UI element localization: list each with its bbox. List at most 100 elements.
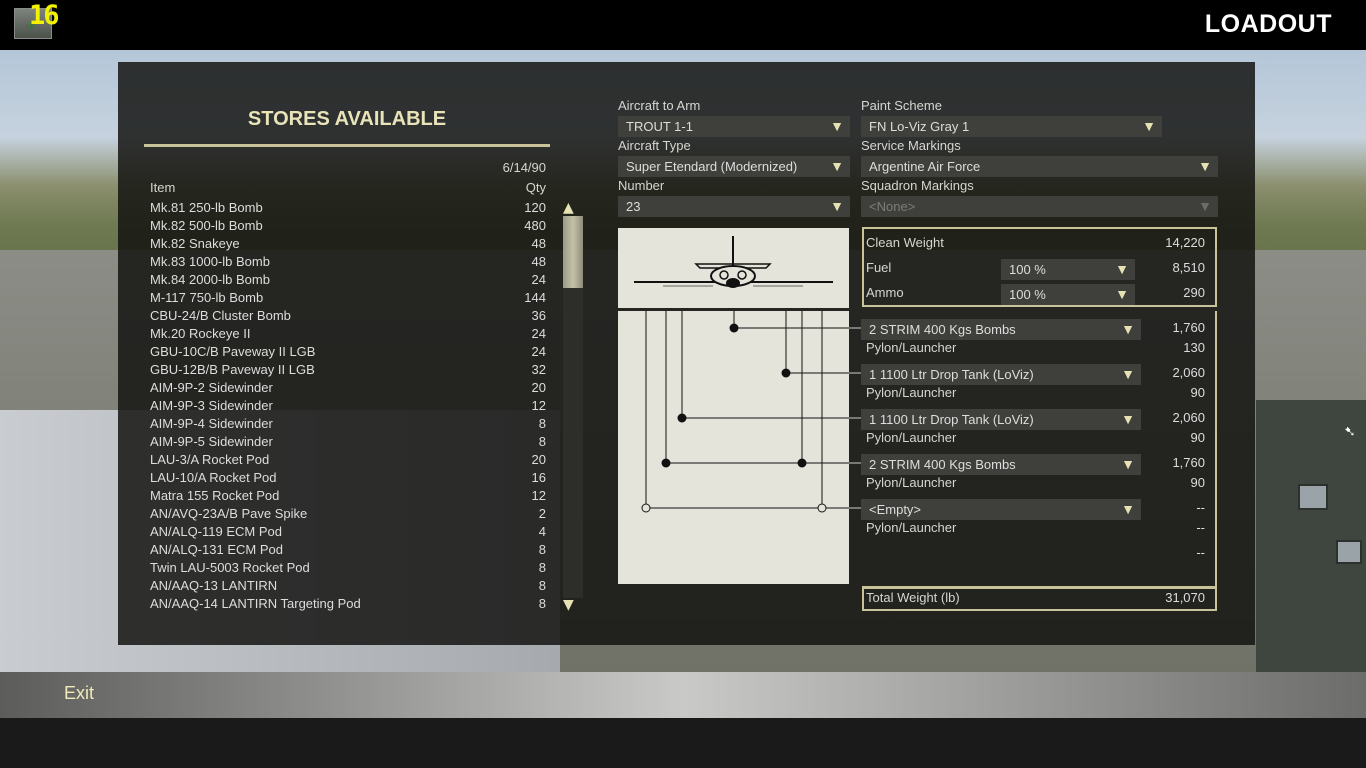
- store-row[interactable]: Mk.81 250-lb Bomb 120: [150, 200, 546, 218]
- station-1-store-dropdown[interactable]: 2 STRIM 400 Kgs Bombs ▼: [861, 319, 1141, 340]
- store-row[interactable]: AIM-9P-5 Sidewinder 8: [150, 434, 546, 452]
- store-name: Mk.84 2000-lb Bomb: [150, 272, 270, 287]
- store-qty: 8: [538, 434, 546, 449]
- station-2-store-dropdown[interactable]: 1 1100 Ltr Drop Tank (LoViz) ▼: [861, 364, 1141, 385]
- aircraft-type-dropdown[interactable]: Super Etendard (Modernized) ▼: [618, 156, 850, 177]
- aircraft-to-arm-dropdown[interactable]: TROUT 1-1 ▼: [618, 116, 850, 137]
- stores-available-title: STORES AVAILABLE: [247, 108, 447, 130]
- store-row[interactable]: Mk.84 2000-lb Bomb 24: [150, 272, 546, 290]
- station-1-pylon-label: Pylon/Launcher: [866, 340, 957, 355]
- mouse-cursor-icon: ➷: [1344, 424, 1356, 440]
- station-5-store-dropdown[interactable]: <Empty> ▼: [861, 499, 1141, 520]
- store-row[interactable]: Twin LAU-5003 Rocket Pod 8: [150, 560, 546, 578]
- station-4-store-dropdown[interactable]: 2 STRIM 400 Kgs Bombs ▼: [861, 454, 1141, 475]
- store-row[interactable]: GBU-10C/B Paveway II LGB 24: [150, 344, 546, 362]
- store-row[interactable]: LAU-3/A Rocket Pod 20: [150, 452, 546, 470]
- dropdown-value: <Empty>: [869, 502, 922, 517]
- paint-scheme-label: Paint Scheme: [861, 98, 942, 113]
- scroll-down-arrow-icon[interactable]: ▼: [563, 598, 574, 612]
- dropdown-value: 100 %: [1009, 287, 1046, 302]
- store-qty: 8: [538, 596, 546, 611]
- store-name: AIM-9P-4 Sidewinder: [150, 416, 273, 431]
- station-5-store-weight: --: [1196, 500, 1205, 515]
- pylon-connector-lines: [641, 311, 862, 513]
- dropdown-value: 1 1100 Ltr Drop Tank (LoViz): [869, 412, 1034, 427]
- store-row[interactable]: AN/ALQ-131 ECM Pod 8: [150, 542, 546, 560]
- store-name: Mk.20 Rockeye II: [150, 326, 251, 341]
- paint-scheme-dropdown[interactable]: FN Lo-Viz Gray 1 ▼: [861, 116, 1162, 137]
- store-qty: 120: [524, 200, 546, 215]
- dropdown-arrow-icon: ▼: [1142, 118, 1156, 134]
- store-row[interactable]: AN/ALQ-119 ECM Pod 4: [150, 524, 546, 542]
- store-name: AIM-9P-5 Sidewinder: [150, 434, 273, 449]
- number-dropdown[interactable]: 23 ▼: [618, 196, 850, 217]
- store-row[interactable]: CBU-24/B Cluster Bomb 36: [150, 308, 546, 326]
- store-name: AIM-9P-3 Sidewinder: [150, 398, 273, 413]
- squadron-markings-dropdown[interactable]: <None> ▼: [861, 196, 1218, 217]
- dropdown-value: Super Etendard (Modernized): [626, 159, 798, 174]
- service-markings-label: Service Markings: [861, 138, 961, 153]
- screen-title: LOADOUT: [1204, 10, 1332, 38]
- store-qty: 8: [538, 578, 546, 593]
- store-row[interactable]: M-117 750-lb Bomb 144: [150, 290, 546, 308]
- aircraft-front-view: [618, 228, 849, 308]
- store-row[interactable]: AIM-9P-4 Sidewinder 8: [150, 416, 546, 434]
- store-qty: 48: [531, 236, 546, 251]
- store-row[interactable]: AN/AAQ-13 LANTIRN 8: [150, 578, 546, 596]
- dropdown-value: TROUT 1-1: [626, 119, 693, 134]
- store-name: GBU-10C/B Paveway II LGB: [150, 344, 316, 359]
- clean-weight-label: Clean Weight: [866, 235, 944, 250]
- number-label: Number: [618, 178, 665, 193]
- store-name: Mk.83 1000-lb Bomb: [150, 254, 270, 269]
- store-qty: 16: [531, 470, 546, 485]
- ammo-weight-value: 290: [1183, 285, 1205, 300]
- store-name: Twin LAU-5003 Rocket Pod: [150, 560, 310, 575]
- scrollbar-thumb[interactable]: [563, 216, 583, 288]
- station-3-store-dropdown[interactable]: 1 1100 Ltr Drop Tank (LoViz) ▼: [861, 409, 1141, 430]
- store-row[interactable]: GBU-12B/B Paveway II LGB 32: [150, 362, 546, 380]
- store-name: Matra 155 Rocket Pod: [150, 488, 280, 503]
- station-3-pylon-weight: 90: [1190, 430, 1205, 445]
- fuel-label: Fuel: [866, 260, 892, 275]
- store-qty: 144: [524, 290, 546, 305]
- store-qty: 24: [531, 272, 546, 287]
- dropdown-value: 1 1100 Ltr Drop Tank (LoViz): [869, 367, 1034, 382]
- scroll-up-arrow-icon[interactable]: ▲: [563, 201, 574, 215]
- station-2-pylon-label: Pylon/Launcher: [866, 385, 957, 400]
- store-row[interactable]: Mk.82 Snakeye 48: [150, 236, 546, 254]
- building: [1256, 400, 1366, 672]
- station-2-store-weight: 2,060: [1172, 365, 1205, 380]
- exit-button[interactable]: Exit: [64, 683, 94, 704]
- version-number: 16: [29, 0, 59, 31]
- store-qty: 32: [531, 362, 546, 377]
- store-name: LAU-3/A Rocket Pod: [150, 452, 270, 467]
- store-qty: 36: [531, 308, 546, 323]
- store-row[interactable]: Mk.83 1000-lb Bomb 48: [150, 254, 546, 272]
- dropdown-arrow-icon: ▼: [1198, 198, 1212, 214]
- ammo-percent-dropdown[interactable]: 100 % ▼: [1001, 284, 1135, 305]
- aircraft-type-label: Aircraft Type: [618, 138, 691, 153]
- store-name: AN/ALQ-119 ECM Pod: [150, 524, 282, 539]
- store-row[interactable]: AN/AVQ-23A/B Pave Spike 2: [150, 506, 546, 524]
- dropdown-value: <None>: [869, 199, 916, 214]
- store-qty: 2: [538, 506, 546, 521]
- store-row[interactable]: Matra 155 Rocket Pod 12: [150, 488, 546, 506]
- dropdown-arrow-icon: ▼: [830, 198, 844, 214]
- store-row[interactable]: Mk.82 500-lb Bomb 480: [150, 218, 546, 236]
- total-weight-value: 31,070: [1165, 590, 1205, 605]
- store-row[interactable]: AN/AAQ-14 LANTIRN Targeting Pod 8: [150, 596, 546, 614]
- store-row[interactable]: AIM-9P-2 Sidewinder 20: [150, 380, 546, 398]
- clean-weight-value: 14,220: [1165, 235, 1205, 250]
- store-qty: 24: [531, 344, 546, 359]
- station-1-store-weight: 1,760: [1172, 320, 1205, 335]
- dropdown-arrow-icon: ▼: [830, 158, 844, 174]
- store-row[interactable]: Mk.20 Rockeye II 24: [150, 326, 546, 344]
- dropdown-value: 100 %: [1009, 262, 1046, 277]
- dropdown-value: 2 STRIM 400 Kgs Bombs: [869, 457, 1016, 472]
- store-row[interactable]: AIM-9P-3 Sidewinder 12: [150, 398, 546, 416]
- service-markings-dropdown[interactable]: Argentine Air Force ▼: [861, 156, 1218, 177]
- fuel-percent-dropdown[interactable]: 100 % ▼: [1001, 259, 1135, 280]
- store-name: AN/AVQ-23A/B Pave Spike: [150, 506, 308, 521]
- store-row[interactable]: LAU-10/A Rocket Pod 16: [150, 470, 546, 488]
- store-qty: 12: [531, 398, 546, 413]
